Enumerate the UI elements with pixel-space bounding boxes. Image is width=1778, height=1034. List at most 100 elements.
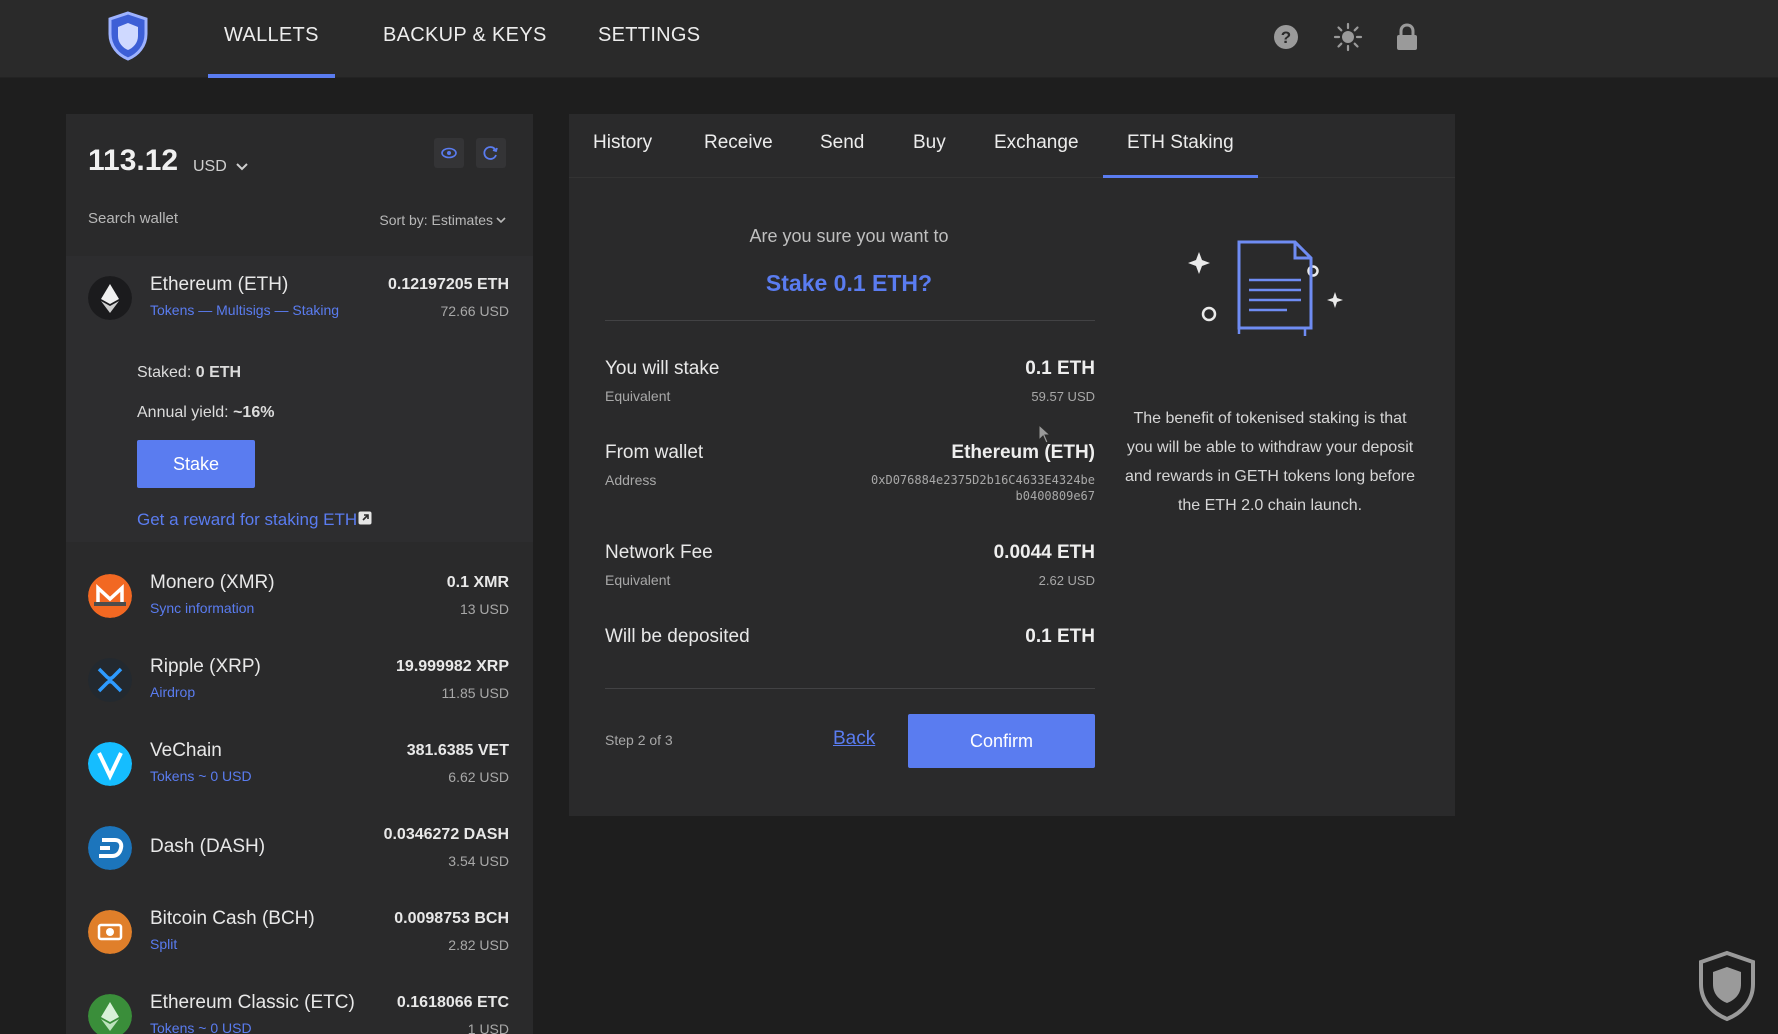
wallet-amount: 381.6385 VET [406,742,509,759]
address-label: Address [605,472,657,488]
tab-backup-keys[interactable]: BACKUP & KEYS [367,0,563,78]
wallet-name: Bitcoin Cash (BCH) [150,908,315,929]
wallet-usd: 6.62 USD [448,769,509,785]
wallet-sublinks[interactable]: Tokens ~ 0 USD [150,768,252,784]
staked-info: Staked: 0 ETH [137,364,241,382]
back-button[interactable]: Back [833,728,875,750]
stake-button[interactable]: Stake [137,440,255,488]
document-illustration-icon [1188,240,1343,336]
chevron-down-icon[interactable] [234,158,250,174]
stake-amount-value: 0.1 ETH [1025,358,1095,379]
wallet-name: Dash (DASH) [150,836,266,857]
dash-icon [88,826,132,870]
wallet-amount: 0.12197205 ETH [388,276,509,293]
step-indicator: Step 2 of 3 [605,732,673,748]
sort-selector[interactable]: Sort by: Estimates [379,212,493,228]
tab-exchange[interactable]: Exchange [994,132,1079,154]
hide-balance-button[interactable] [434,138,464,168]
deposit-label: Will be deposited [605,626,750,647]
sun-icon[interactable] [1333,22,1363,52]
ripple-icon [88,658,132,702]
help-icon[interactable]: ? [1271,22,1301,52]
wallet-name: VeChain [150,740,222,761]
confirm-title: Stake 0.1 ETH? [765,270,933,296]
stake-amount-label: You will stake [605,358,720,379]
deposit-value: 0.1 ETH [1025,626,1095,647]
from-wallet-label: From wallet [605,442,704,463]
tab-history[interactable]: History [593,132,652,154]
wallet-sublinks[interactable]: Sync information [150,600,254,616]
wallet-name: Ethereum Classic (ETC) [150,992,355,1013]
network-fee-label: Network Fee [605,542,713,563]
monero-icon [88,574,132,618]
ethereum-icon [88,276,132,320]
wallet-sublinks[interactable]: Split [150,936,177,952]
confirm-button[interactable]: Confirm [908,714,1095,768]
wallet-address: 0xD076884e2375D2b16C4633E4324be b0400809… [795,472,1095,504]
search-wallet-input[interactable]: Search wallet [88,210,178,227]
yield-label: Annual yield: [137,404,229,421]
wallet-usd: 2.82 USD [448,937,509,953]
tab-send[interactable]: Send [820,132,864,154]
currency-selector[interactable]: USD [193,158,227,176]
tab-buy[interactable]: Buy [913,132,946,154]
wallet-row-ethereum[interactable]: Ethereum (ETH) Tokens — Multisigs — Stak… [66,256,533,340]
wallet-name: Ethereum (ETH) [150,274,289,295]
staking-reward-link[interactable]: Get a reward for staking ETH [137,510,357,530]
fee-equivalent-label: Equivalent [605,572,671,588]
tab-wallets[interactable]: WALLETS [208,0,335,78]
wallet-sublinks[interactable]: Tokens ~ 0 USD [150,1020,252,1034]
wallet-amount: 0.1 XMR [446,574,509,591]
address-line-2: b0400809e67 [1015,489,1095,503]
from-wallet-value: Ethereum (ETH) [951,442,1095,463]
wallet-usd: 13 USD [459,601,509,617]
wallet-amount: 19.999982 XRP [396,658,509,675]
wallet-name: Ripple (XRP) [150,656,261,677]
eye-icon [441,147,457,159]
staked-label: Staked: [137,364,192,381]
wallet-usd: 3.54 USD [448,853,509,869]
wallet-action-tabs: History Receive Send Buy Exchange ETH St… [569,114,1455,178]
wallet-name: Monero (XMR) [150,572,275,593]
staking-info-text: The benefit of tokenised staking is that… [1125,410,1415,514]
svg-text:?: ? [1281,28,1291,47]
divider [605,320,1095,321]
mouse-cursor-icon [1038,424,1052,444]
wallet-row-dash[interactable]: Dash (DASH) 0.0346272 DASH 3.54 USD [66,806,533,890]
wallet-sublinks[interactable]: Tokens — Multisigs — Staking [150,302,339,318]
vechain-icon [88,742,132,786]
lock-icon[interactable] [1392,22,1422,52]
stake-equivalent-value: 59.57 USD [1031,389,1095,404]
wallet-row-vechain[interactable]: VeChain Tokens ~ 0 USD 381.6385 VET 6.62… [66,722,533,806]
staked-value: 0 ETH [195,364,242,381]
ethereum-wallet-expanded: Ethereum (ETH) Tokens — Multisigs — Stak… [66,256,533,542]
total-balance: 113.12 [88,144,179,177]
refresh-icon [483,146,498,160]
yield-value: ~16% [233,404,275,421]
ethereum-classic-icon [88,994,132,1034]
wallet-sublinks[interactable]: Airdrop [150,684,195,700]
wallet-amount: 0.0346272 DASH [383,826,509,843]
wallet-amount: 0.0098753 BCH [394,910,509,927]
wallet-usd: 11.85 USD [441,685,509,701]
tab-eth-staking[interactable]: ETH Staking [1103,132,1258,178]
chevron-down-icon[interactable] [495,214,507,226]
shield-logo-icon[interactable] [104,10,152,62]
wallet-row-monero[interactable]: Monero (XMR) Sync information 0.1 XMR 13… [66,554,533,638]
wallet-row-bitcoin-cash[interactable]: Bitcoin Cash (BCH) Split 0.0098753 BCH 2… [66,890,533,974]
divider [605,688,1095,689]
tab-settings[interactable]: SETTINGS [582,0,716,78]
bitcoin-cash-icon [88,910,132,954]
shield-watermark-icon [1699,950,1755,1022]
tab-receive[interactable]: Receive [704,132,773,154]
top-bar: WALLETS BACKUP & KEYS SETTINGS ? [0,0,1778,78]
wallet-row-ethereum-classic[interactable]: Ethereum Classic (ETC) Tokens ~ 0 USD 0.… [66,974,533,1034]
stake-equivalent-label: Equivalent [605,388,671,404]
wallet-row-ripple[interactable]: Ripple (XRP) Airdrop 19.999982 XRP 11.85… [66,638,533,722]
address-line-1: 0xD076884e2375D2b16C4633E4324be [871,473,1095,487]
annual-yield: Annual yield: ~16% [137,404,274,422]
external-link-icon[interactable] [358,511,372,525]
refresh-button[interactable] [476,138,506,168]
wallet-usd: 72.66 USD [440,303,509,319]
wallet-list-panel: 113.12 USD Search wallet Sort by: Estima… [66,114,533,1034]
